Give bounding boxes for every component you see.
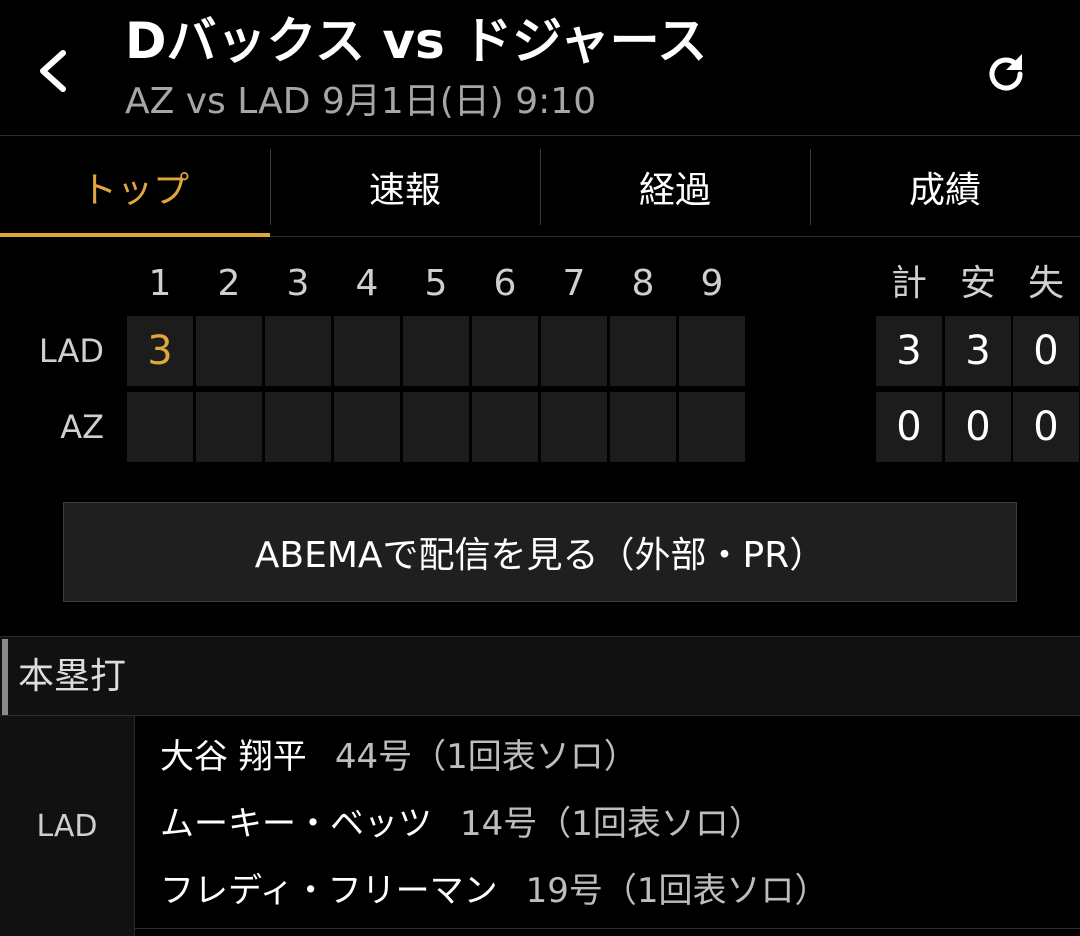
tab-progress[interactable]: 経過: [540, 137, 810, 236]
section-accent-bar: [2, 639, 8, 715]
tab-top[interactable]: トップ: [0, 137, 270, 237]
inning-score: [196, 392, 262, 462]
home-run-team-label: LAD: [0, 716, 135, 936]
errors-total: 0: [1013, 316, 1079, 386]
inning-score: [679, 316, 745, 386]
runs-header: 計: [890, 263, 927, 304]
errors-total: 0: [1013, 392, 1079, 462]
tab-stats[interactable]: 成績: [810, 137, 1080, 236]
scoreboard-row-az: AZ 0 0 0: [0, 392, 1080, 462]
app-header: Dバックス vs ドジャース AZ vs LAD 9月1日(日) 9:10: [0, 0, 1080, 136]
inning-header-9: 9: [700, 263, 724, 304]
inning-score: [610, 316, 676, 386]
game-title: Dバックス vs ドジャース: [125, 12, 708, 70]
inning-header-3: 3: [286, 263, 310, 304]
hits-total: 0: [945, 392, 1011, 462]
inning-score: [265, 392, 331, 462]
player-name[interactable]: 大谷 翔平: [160, 737, 307, 777]
inning-header-6: 6: [493, 263, 517, 304]
refresh-button[interactable]: [976, 44, 1036, 104]
player-name[interactable]: ムーキー・ベッツ: [160, 804, 432, 844]
list-item: ムーキー・ベッツ 14号（1回表ソロ）: [160, 791, 829, 858]
inning-score: [127, 392, 193, 462]
inning-score: [403, 392, 469, 462]
game-subtitle: AZ vs LAD 9月1日(日) 9:10: [125, 81, 597, 122]
scoreboard-row-lad: LAD 3 3 3 0: [0, 316, 1080, 386]
inning-score: [472, 392, 538, 462]
home-run-info: 14号（1回表ソロ）: [460, 804, 763, 844]
errors-header: 失: [1027, 263, 1064, 304]
inning-score: [541, 316, 607, 386]
inning-score: [610, 392, 676, 462]
tab-live[interactable]: 速報: [270, 137, 540, 236]
inning-score: [265, 316, 331, 386]
home-run-info: 19号（1回表ソロ）: [525, 871, 829, 911]
home-run-section-header: 本塁打: [0, 636, 1080, 716]
team-label: AZ: [60, 408, 104, 446]
inning-score: [403, 316, 469, 386]
abema-stream-button[interactable]: ABEMAで配信を見る（外部・PR）: [63, 502, 1017, 602]
inning-header-2: 2: [217, 263, 241, 304]
inning-header-1: 1: [148, 263, 172, 304]
tab-bar: トップ 速報 経過 成績: [0, 137, 1080, 237]
refresh-icon: [989, 54, 1023, 91]
scoreboard-header: 1 2 3 4 5 6 7 8 9 計 安 失: [0, 258, 1080, 310]
inning-score: [472, 316, 538, 386]
inning-score: [196, 316, 262, 386]
inning-header-4: 4: [355, 263, 379, 304]
team-label: LAD: [38, 332, 104, 370]
back-button[interactable]: [22, 40, 84, 102]
inning-score: [679, 392, 745, 462]
hits-total: 3: [945, 316, 1011, 386]
inning-score: 3: [127, 316, 193, 386]
inning-score: [541, 392, 607, 462]
section-title: 本塁打: [18, 656, 127, 697]
inning-header-8: 8: [631, 263, 655, 304]
chevron-left-icon: [40, 50, 66, 92]
home-run-list: 大谷 翔平 44号（1回表ソロ） ムーキー・ベッツ 14号（1回表ソロ） フレディ・…: [160, 724, 829, 925]
runs-total: 3: [876, 316, 942, 386]
hits-header: 安: [959, 263, 996, 304]
inning-score: [334, 316, 400, 386]
player-name[interactable]: フレディ・フリーマン: [160, 871, 498, 911]
list-item: 大谷 翔平 44号（1回表ソロ）: [160, 724, 829, 791]
list-item: フレディ・フリーマン 19号（1回表ソロ）: [160, 858, 829, 925]
home-run-info: 44号（1回表ソロ）: [334, 737, 638, 777]
inning-score: [334, 392, 400, 462]
inning-header-5: 5: [424, 263, 448, 304]
inning-header-7: 7: [562, 263, 586, 304]
divider: [135, 928, 1080, 929]
runs-total: 0: [876, 392, 942, 462]
